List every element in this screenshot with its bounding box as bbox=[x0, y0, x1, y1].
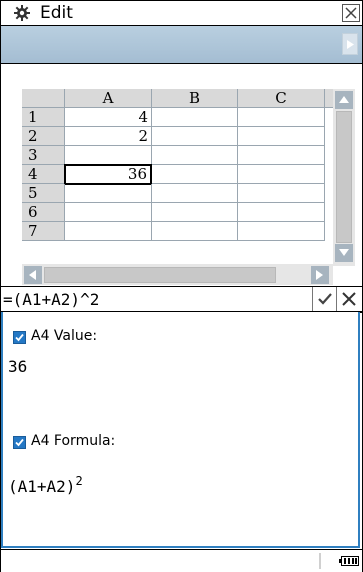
triangle-left-icon bbox=[29, 270, 36, 280]
horizontal-scroll-thumb[interactable] bbox=[44, 267, 276, 283]
formula-bar bbox=[1, 286, 362, 313]
value-label: A4 Value: bbox=[31, 328, 98, 344]
cancel-button[interactable] bbox=[336, 287, 360, 311]
toolbar bbox=[1, 26, 362, 64]
scroll-up-button[interactable] bbox=[335, 91, 353, 109]
checkmark-icon bbox=[15, 438, 24, 447]
row-header[interactable]: 2 bbox=[22, 127, 65, 146]
row-header[interactable]: 5 bbox=[22, 184, 65, 203]
cell-monitor-pane: A4 Value: 36 A4 Formula: (A1+A2)2 bbox=[1, 312, 360, 548]
triangle-up-icon bbox=[339, 96, 349, 103]
table-row: 7 bbox=[22, 222, 344, 241]
scroll-left-button[interactable] bbox=[24, 266, 42, 284]
formula-input[interactable] bbox=[3, 289, 283, 309]
cell-a5[interactable] bbox=[65, 184, 152, 203]
cell-b6[interactable] bbox=[152, 203, 238, 222]
window-title: Edit bbox=[40, 3, 73, 23]
cell-c2[interactable] bbox=[238, 127, 325, 146]
chevron-right-icon bbox=[347, 40, 354, 49]
row-header[interactable]: 1 bbox=[22, 108, 65, 127]
corner-cell[interactable] bbox=[22, 89, 65, 108]
cell-b1[interactable] bbox=[152, 108, 238, 127]
value-output: 36 bbox=[8, 357, 28, 376]
column-header-row: A B C bbox=[22, 89, 344, 108]
cell-a7[interactable] bbox=[65, 222, 152, 241]
status-divider bbox=[319, 553, 321, 569]
cell-c3[interactable] bbox=[238, 146, 325, 165]
checkmark-icon bbox=[318, 293, 332, 305]
table-row: 1 4 bbox=[22, 108, 344, 127]
vertical-scroll-thumb[interactable] bbox=[336, 111, 352, 243]
cell-b5[interactable] bbox=[152, 184, 238, 203]
gear-icon[interactable] bbox=[14, 5, 30, 21]
close-button[interactable] bbox=[342, 4, 360, 22]
cell-a1[interactable]: 4 bbox=[65, 108, 152, 127]
cell-a6[interactable] bbox=[65, 203, 152, 222]
cell-c6[interactable] bbox=[238, 203, 325, 222]
formula-checkbox[interactable] bbox=[13, 436, 26, 449]
cell-a2[interactable]: 2 bbox=[65, 127, 152, 146]
formula-output: (A1+A2)2 bbox=[8, 474, 83, 496]
formula-label: A4 Formula: bbox=[31, 433, 116, 449]
row-header[interactable]: 4 bbox=[22, 165, 65, 184]
cell-b2[interactable] bbox=[152, 127, 238, 146]
spreadsheet-grid: A B C 1 4 2 2 3 4 36 5 6 7 bbox=[22, 89, 344, 266]
horizontal-scrollbar[interactable] bbox=[22, 264, 333, 285]
close-icon bbox=[342, 292, 356, 306]
cell-c5[interactable] bbox=[238, 184, 325, 203]
cell-b7[interactable] bbox=[152, 222, 238, 241]
column-header-c[interactable]: C bbox=[238, 89, 325, 108]
column-header-b[interactable]: B bbox=[152, 89, 238, 108]
scroll-right-button[interactable] bbox=[311, 266, 329, 284]
table-row: 4 36 bbox=[22, 164, 344, 185]
cell-a3[interactable] bbox=[65, 146, 152, 165]
triangle-right-icon bbox=[316, 270, 323, 280]
cell-b4[interactable] bbox=[152, 165, 238, 184]
battery-icon bbox=[339, 556, 359, 566]
confirm-button[interactable] bbox=[312, 287, 336, 311]
checkmark-icon bbox=[15, 333, 24, 342]
cell-c1[interactable] bbox=[238, 108, 325, 127]
table-row: 6 bbox=[22, 203, 344, 222]
cell-c4[interactable] bbox=[238, 165, 325, 184]
formula-exponent: 2 bbox=[75, 474, 83, 488]
cell-b3[interactable] bbox=[152, 146, 238, 165]
row-header[interactable]: 6 bbox=[22, 203, 65, 222]
table-row: 3 bbox=[22, 146, 344, 165]
cell-a4-selected[interactable]: 36 bbox=[64, 164, 152, 185]
row-header[interactable]: 7 bbox=[22, 222, 65, 241]
title-bar: Edit bbox=[1, 1, 362, 26]
triangle-down-icon bbox=[339, 249, 349, 256]
table-row: 5 bbox=[22, 184, 344, 203]
vertical-scrollbar[interactable] bbox=[333, 89, 355, 266]
toolbar-scroll-right-button[interactable] bbox=[342, 33, 358, 55]
value-checkbox[interactable] bbox=[13, 331, 26, 344]
row-header[interactable]: 3 bbox=[22, 146, 65, 165]
column-header-a[interactable]: A bbox=[65, 89, 152, 108]
cell-c7[interactable] bbox=[238, 222, 325, 241]
close-icon bbox=[345, 7, 357, 19]
table-row: 2 2 bbox=[22, 127, 344, 146]
status-bar bbox=[1, 549, 362, 572]
scroll-down-button[interactable] bbox=[335, 244, 353, 262]
formula-base: (A1+A2) bbox=[8, 477, 76, 496]
